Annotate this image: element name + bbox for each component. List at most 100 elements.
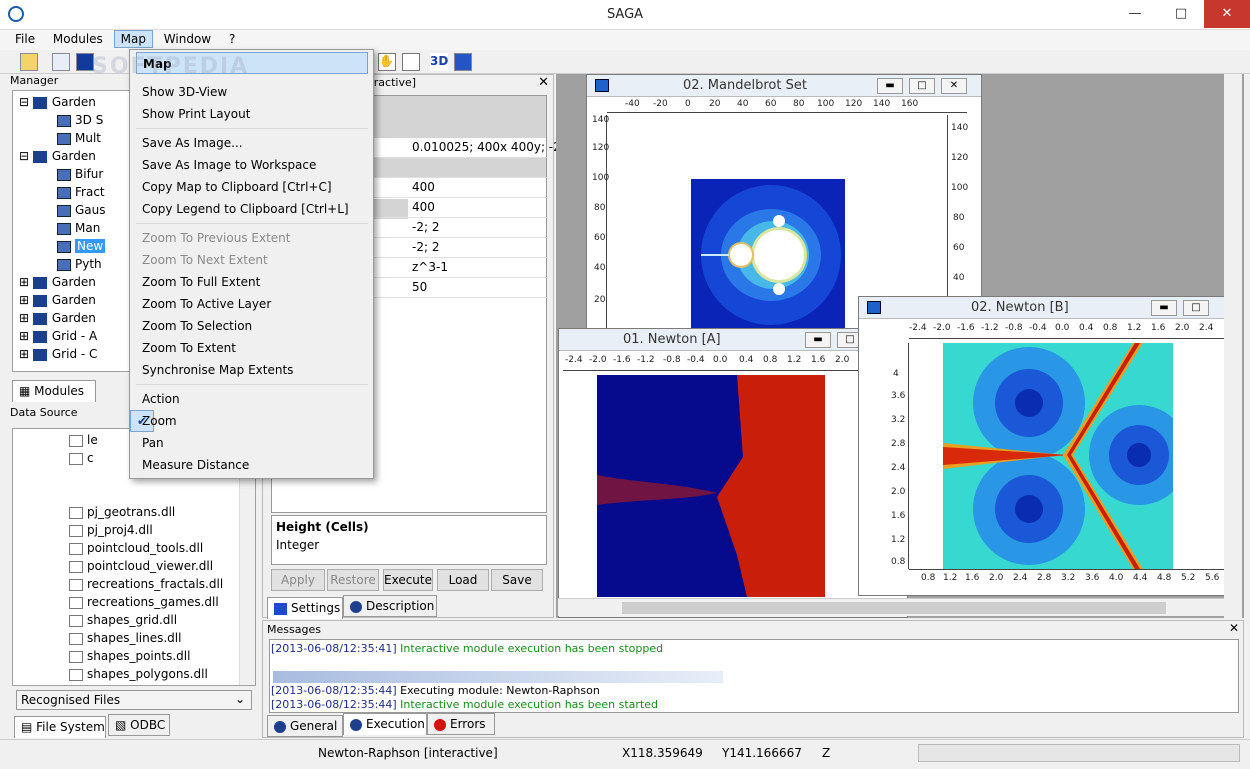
tree-item[interactable]: ⊟ Garden — [19, 95, 96, 113]
tab-modules[interactable]: ▦ Modules — [12, 380, 96, 402]
map-icon — [595, 79, 609, 92]
status-x: X118.359649 — [622, 746, 703, 760]
pan-hand-icon[interactable]: ✋ — [378, 53, 396, 71]
tick-label: 80 — [793, 99, 805, 109]
maximize-icon[interactable]: □ — [1158, 0, 1204, 28]
x-ruler: -2.4 -2.0 -1.6 -1.2 -0.8 -0.4 0.0 0.4 0.… — [563, 353, 893, 371]
tab-description[interactable]: Description — [343, 595, 437, 617]
menu-item-zoom-selection[interactable]: Zoom To Selection — [136, 315, 368, 337]
map-window-newton-a[interactable]: 01. Newton [A] ▬ □ ✕ -2.4 -2.0 -1.6 -1.2… — [558, 328, 908, 618]
list-item[interactable]: recreations_fractals.dll — [69, 577, 223, 595]
menu-item-measure-distance[interactable]: Measure Distance — [136, 454, 368, 476]
tree-item[interactable]: Gaus — [57, 203, 106, 221]
menu-item-save-as-image-workspace[interactable]: Save As Image to Workspace — [136, 154, 368, 176]
tree-item[interactable]: ⊟ Garden — [19, 149, 96, 167]
menu-item-copy-map[interactable]: Copy Map to Clipboard [Ctrl+C] — [136, 176, 368, 198]
menu-item-zoom-next[interactable]: Zoom To Next Extent — [136, 249, 368, 271]
menu-help[interactable]: ? — [222, 30, 242, 48]
list-item[interactable]: shapes_points.dll — [69, 649, 190, 667]
tick-label: 1.6 — [891, 511, 906, 521]
list-item[interactable]: pj_proj4.dll — [69, 523, 153, 541]
list-item[interactable]: shapes_lines.dll — [69, 631, 181, 649]
menu-item-pan[interactable]: Pan — [136, 432, 368, 454]
tree-item[interactable]: Fract — [57, 185, 105, 203]
menu-item-save-as-image[interactable]: Save As Image... — [136, 132, 368, 154]
minimize-icon[interactable]: ▬ — [1151, 300, 1177, 316]
tree-item[interactable]: Bifur — [57, 167, 103, 185]
y-ruler: 4 3.6 3.2 2.8 2.4 2.0 1.6 1.2 0.8 — [889, 343, 909, 569]
tree-item[interactable]: ⊞ Garden — [19, 311, 96, 329]
menu-window[interactable]: Window — [157, 30, 218, 48]
tree-item[interactable]: Man — [57, 221, 100, 239]
menu-item-show-3d-view[interactable]: Show 3D-View — [136, 81, 368, 103]
tab-execution[interactable]: Execution — [343, 713, 427, 735]
apply-button[interactable]: Apply — [271, 569, 325, 591]
map-window-newton-b[interactable]: 02. Newton [B] ▬ □ -2.4 -2.0 -1.6 -1.2 -… — [858, 296, 1242, 596]
measure-icon[interactable] — [402, 53, 420, 71]
close-icon[interactable]: ✕ — [538, 75, 549, 90]
open-icon[interactable] — [20, 53, 38, 71]
menu-item-synchronise[interactable]: Synchronise Map Extents — [136, 359, 368, 381]
menu-item-zoom[interactable]: Zoom — [136, 410, 368, 432]
tab-settings[interactable]: Settings — [267, 597, 343, 619]
menu-map[interactable]: Map — [113, 30, 153, 48]
menu-item-zoom-full[interactable]: Zoom To Full Extent — [136, 271, 368, 293]
menu-item-zoom-extent[interactable]: Zoom To Extent — [136, 337, 368, 359]
minimize-icon[interactable]: — — [1112, 0, 1158, 28]
tree-item[interactable]: ⊞ Grid - C — [19, 347, 97, 365]
3d-view-icon[interactable]: 3D — [430, 53, 448, 71]
mdi-vertical-scrollbar[interactable] — [1224, 74, 1242, 618]
tree-item[interactable]: ⊞ Grid - A — [19, 329, 97, 347]
mdi-horizontal-scrollbar[interactable] — [558, 598, 1224, 616]
tick-label: 100 — [592, 173, 610, 183]
menu-item-action[interactable]: Action — [136, 388, 368, 410]
close-icon[interactable]: ✕ — [941, 78, 967, 94]
save-button[interactable]: Save — [491, 569, 543, 591]
tree-item[interactable]: ⊞ Garden — [19, 275, 96, 293]
title-bar: SAGA — □ ✕ — [0, 0, 1250, 30]
tab-file-system[interactable]: ▤ File System — [14, 716, 106, 738]
restore-icon[interactable]: □ — [1183, 300, 1209, 316]
restore-icon[interactable]: □ — [909, 78, 935, 94]
tree-item[interactable]: Mult — [57, 131, 101, 149]
minimize-icon[interactable]: ▬ — [877, 78, 903, 94]
tree-item-selected[interactable]: New — [57, 239, 106, 257]
menu-item-zoom-previous[interactable]: Zoom To Previous Extent — [136, 227, 368, 249]
list-item[interactable]: recreations_games.dll — [69, 595, 219, 613]
list-item[interactable]: pointcloud_tools.dll — [69, 541, 203, 559]
tree-item[interactable]: ⊞ Garden — [19, 293, 96, 311]
list-item[interactable]: shapes_polygons.dll — [69, 667, 208, 685]
tree-item[interactable]: 3D S — [57, 113, 103, 131]
layers-icon[interactable] — [52, 53, 70, 71]
tab-general[interactable]: General — [267, 715, 343, 737]
menu-item-zoom-active-layer[interactable]: Zoom To Active Layer — [136, 293, 368, 315]
menu-file[interactable]: File — [8, 30, 42, 48]
tree-item[interactable]: Pyth — [57, 257, 102, 275]
execute-button[interactable]: Execute — [383, 569, 433, 591]
file-type-select[interactable]: Recognised Files ⌄ — [16, 690, 252, 710]
list-item[interactable]: c — [69, 451, 94, 469]
tab-odbc[interactable]: ▧ ODBC — [108, 714, 170, 736]
load-button[interactable]: Load — [437, 569, 489, 591]
minimize-icon[interactable]: ▬ — [805, 332, 831, 348]
tick-label: 140 — [951, 123, 969, 133]
menu-modules[interactable]: Modules — [46, 30, 110, 48]
tick-label: 140 — [592, 115, 610, 125]
close-icon[interactable]: ✕ — [1204, 0, 1250, 28]
restore-button[interactable]: Restore — [327, 569, 379, 591]
map-window-mandelbrot[interactable]: 02. Mandelbrot Set ▬ □ ✕ -40 -20 0 20 40… — [586, 74, 982, 334]
menu-separator — [136, 384, 368, 385]
close-icon[interactable]: ✕ — [1229, 621, 1239, 635]
list-item[interactable]: pj_geotrans.dll — [69, 505, 175, 523]
list-item[interactable]: le — [69, 433, 98, 451]
menu-item-show-print-layout[interactable]: Show Print Layout — [136, 103, 368, 125]
list-item[interactable]: pointcloud_viewer.dll — [69, 559, 213, 577]
tick-label: 1.6 — [1151, 323, 1166, 333]
tick-label: 0.0 — [713, 355, 728, 365]
print-layout-icon[interactable] — [454, 53, 472, 71]
tab-errors[interactable]: Errors — [427, 713, 495, 735]
scroll-thumb[interactable] — [622, 602, 1166, 614]
tick-label: 20 — [709, 99, 721, 109]
list-item[interactable]: shapes_grid.dll — [69, 613, 177, 631]
menu-item-copy-legend[interactable]: Copy Legend to Clipboard [Ctrl+L] — [136, 198, 368, 220]
